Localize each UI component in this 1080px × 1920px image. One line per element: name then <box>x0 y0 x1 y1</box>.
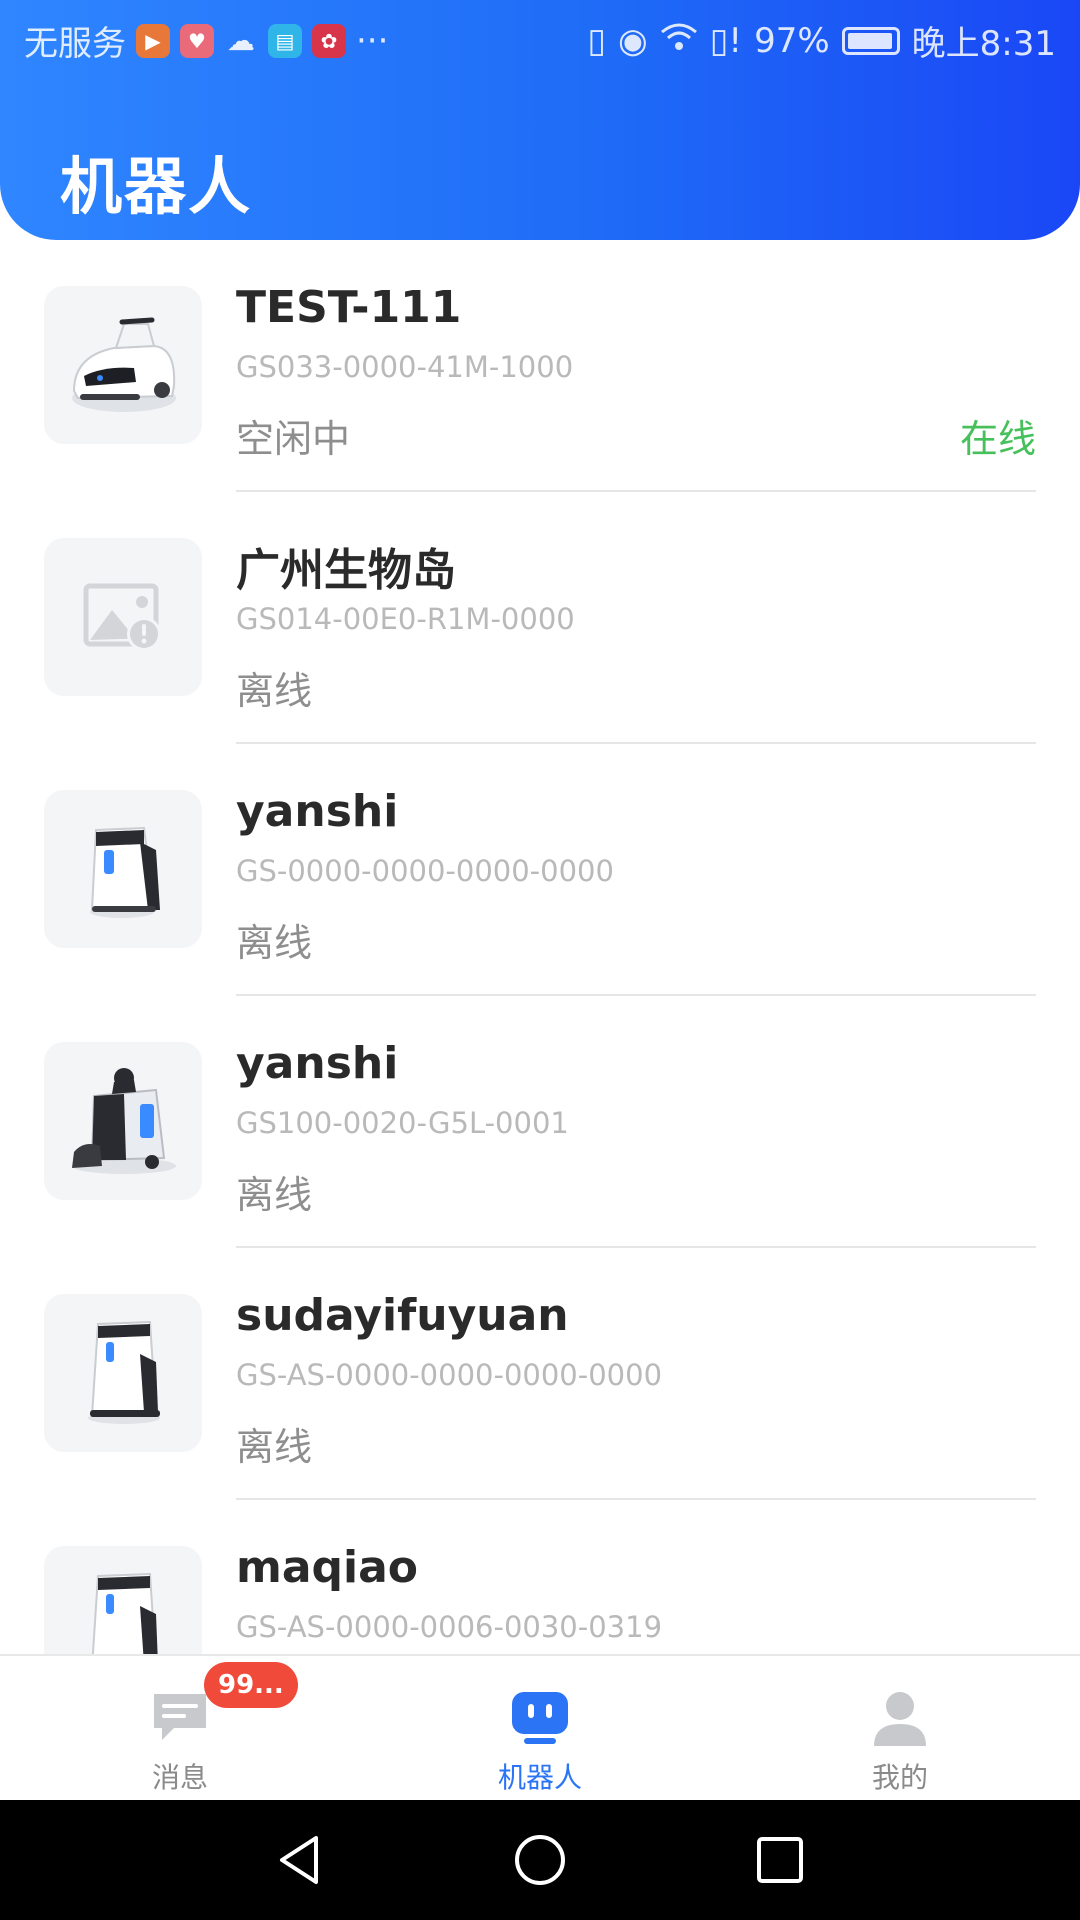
app-header: 无服务 ▶ ♥ ☁ ▤ ✿ ··· ▯ ◉ ▯! 97% 晚上8:31 机器人 <box>0 0 1080 240</box>
tab-messages[interactable]: 99... 消息 <box>80 1656 298 1802</box>
robot-name: sudayifuyuan <box>236 1290 569 1341</box>
battery-icon <box>841 26 900 55</box>
robot-list[interactable]: TEST-111 GS033-0000-41M-1000 空闲中 在线 广州生物… <box>0 240 1080 1654</box>
robot-name: yanshi <box>236 1038 399 1089</box>
robot-list-item[interactable]: 广州生物岛 GS014-00E0-R1M-0000 离线 <box>0 492 1080 744</box>
robot-serial: GS-0000-0000-0000-0000 <box>236 854 614 888</box>
robot-sweeper-image <box>44 286 202 444</box>
robot-name: yanshi <box>236 786 399 837</box>
more-notifications-icon: ··· <box>356 20 389 61</box>
books-app-icon: ▤ <box>268 23 302 58</box>
robot-scrubber-image <box>44 1294 202 1452</box>
page-title: 机器人 <box>60 150 253 223</box>
sim-alert-icon: ▯! <box>709 20 743 61</box>
robot-scrubber-image <box>44 1546 202 1654</box>
robot-ride-on-image <box>44 1042 202 1200</box>
robot-serial: GS014-00E0-R1M-0000 <box>236 602 575 636</box>
eye-comfort-icon: ◉ <box>618 20 648 61</box>
cloud-icon: ☁ <box>227 24 255 57</box>
robot-name: TEST-111 <box>236 282 462 333</box>
home-icon[interactable] <box>510 1830 570 1890</box>
robot-name: maqiao <box>236 1542 419 1593</box>
video-app-icon: ▶ <box>136 23 170 58</box>
robot-list-item[interactable]: yanshi GS100-0020-G5L-0001 离线 <box>0 996 1080 1248</box>
tab-robots-label: 机器人 <box>497 1761 582 1794</box>
status-bar: 无服务 ▶ ♥ ☁ ▤ ✿ ··· ▯ ◉ ▯! 97% 晚上8:31 <box>0 0 1080 76</box>
robot-state: 空闲中 <box>236 417 351 461</box>
robot-serial: GS100-0020-G5L-0001 <box>236 1106 569 1140</box>
message-icon <box>154 1694 206 1740</box>
bottom-tab-bar: 99... 消息 机器人 我的 <box>0 1654 1080 1800</box>
wifi-icon <box>660 21 698 61</box>
robot-scrubber-image <box>44 790 202 948</box>
recent-apps-icon[interactable] <box>750 1830 810 1890</box>
tab-robots[interactable]: 机器人 <box>440 1656 640 1802</box>
robot-list-item[interactable]: maqiao GS-AS-0000-0006-0030-0319 <box>0 1500 1080 1654</box>
status-time: 晚上8:31 <box>911 24 1056 64</box>
person-icon <box>874 1692 926 1746</box>
online-status-label: 在线 <box>959 417 1036 461</box>
tab-mine[interactable]: 我的 <box>800 1656 1000 1802</box>
robot-icon <box>512 1692 568 1744</box>
robot-serial: GS033-0000-41M-1000 <box>236 350 574 384</box>
carrier-label: 无服务 <box>24 24 126 64</box>
robot-list-item[interactable]: TEST-111 GS033-0000-41M-1000 空闲中 在线 <box>0 240 1080 492</box>
robot-list-item[interactable]: yanshi GS-0000-0000-0000-0000 离线 <box>0 744 1080 996</box>
robot-state: 离线 <box>236 1173 313 1217</box>
battery-percent: 97% <box>754 20 830 61</box>
back-icon[interactable] <box>270 1830 330 1890</box>
health-app-icon: ♥ <box>180 23 214 58</box>
unread-badge: 99... <box>204 1662 298 1708</box>
robot-list-item[interactable]: sudayifuyuan GS-AS-0000-0000-0000-0000 离… <box>0 1248 1080 1500</box>
robot-serial: GS-AS-0000-0006-0030-0319 <box>236 1610 663 1644</box>
system-navigation-bar <box>0 1800 1080 1920</box>
robot-serial: GS-AS-0000-0000-0000-0000 <box>236 1358 663 1392</box>
vibrate-icon: ▯ <box>587 20 607 61</box>
robot-name: 广州生物岛 <box>236 545 456 596</box>
tab-messages-label: 消息 <box>151 1761 208 1794</box>
robot-state: 离线 <box>236 1425 313 1469</box>
robot-state: 离线 <box>236 669 313 713</box>
huawei-app-icon: ✿ <box>312 23 346 58</box>
robot-state: 离线 <box>236 921 313 965</box>
tab-mine-label: 我的 <box>871 1761 928 1794</box>
image-placeholder-icon <box>44 538 202 696</box>
